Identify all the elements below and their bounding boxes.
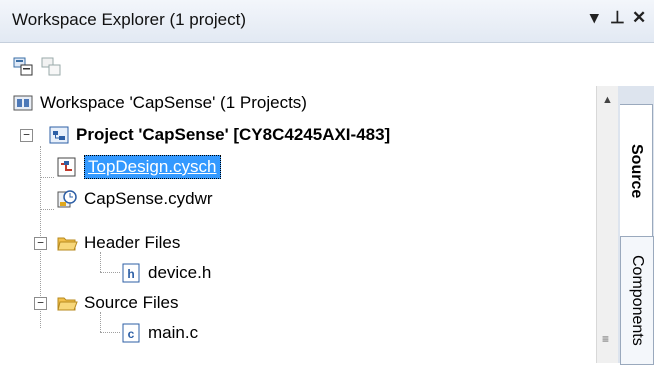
source-files-label: Source Files <box>84 293 179 312</box>
workspace-icon <box>13 95 33 111</box>
collapse-all-icon[interactable] <box>40 55 62 77</box>
scroll-grip-icon[interactable]: ≡ <box>602 332 609 346</box>
cydwr-label: CapSense.cydwr <box>84 189 213 208</box>
tree-connector <box>100 272 120 273</box>
tree-item-topdesign[interactable]: TopDesign.cysch <box>56 154 221 180</box>
folder-open-icon <box>57 237 78 251</box>
collapse-source-files-toggle[interactable]: − <box>34 297 47 310</box>
header-file-icon: h <box>122 263 140 283</box>
panel-title: Workspace Explorer (1 project) <box>12 10 246 29</box>
device-h-label: device.h <box>148 263 212 282</box>
tab-source-label: Source <box>628 143 645 199</box>
topdesign-label: TopDesign.cysch <box>84 155 221 179</box>
tree-connector <box>100 332 120 333</box>
explorer-toolbar <box>0 43 654 85</box>
tree-item-project[interactable]: Project 'CapSense' [CY8C4245AXI-483] <box>48 122 390 148</box>
collapse-project-toggle[interactable]: − <box>20 129 33 142</box>
dropdown-arrow-icon[interactable]: ▾ <box>590 8 599 28</box>
side-tab-strip: Source Components <box>618 86 654 365</box>
folder-open-icon <box>57 297 78 311</box>
tab-components-label: Components <box>629 255 646 346</box>
tree-item-cydwr[interactable]: CapSense.cydwr <box>56 186 213 212</box>
svg-text:h: h <box>127 267 134 281</box>
design-wide-resources-icon <box>57 190 77 208</box>
tree-item-workspace[interactable]: Workspace 'CapSense' (1 Projects) <box>12 90 307 116</box>
close-icon[interactable]: ✕ <box>632 8 646 28</box>
collapse-header-files-toggle[interactable]: − <box>34 237 47 250</box>
tree-connector <box>40 177 54 178</box>
project-icon <box>49 126 69 144</box>
project-label: Project 'CapSense' [CY8C4245AXI-483] <box>76 125 391 144</box>
tree-connector <box>40 209 54 210</box>
tree-item-device-h[interactable]: h device.h <box>120 260 211 286</box>
tree-item-header-files[interactable]: Header Files <box>56 230 180 256</box>
svg-text:c: c <box>128 327 135 341</box>
tree-item-main-c[interactable]: c main.c <box>120 320 198 346</box>
workspace-tree: Workspace 'CapSense' (1 Projects) − Proj… <box>0 86 596 363</box>
tree-scrollbar[interactable]: ▲ ≡ <box>596 86 619 363</box>
header-files-label: Header Files <box>84 233 181 252</box>
scroll-up-arrow-icon[interactable]: ▲ <box>602 94 613 106</box>
tree-item-source-files[interactable]: Source Files <box>56 290 178 316</box>
workspace-label: Workspace 'CapSense' (1 Projects) <box>40 93 307 112</box>
tab-source[interactable]: Source <box>620 104 653 238</box>
panel-titlebar: Workspace Explorer (1 project) ▾ ⊥ ✕ <box>0 0 654 43</box>
workspace-properties-icon[interactable] <box>12 55 34 77</box>
main-c-label: main.c <box>148 323 199 342</box>
tab-components[interactable]: Components <box>620 236 654 365</box>
c-source-file-icon: c <box>122 323 140 343</box>
schematic-file-icon <box>57 157 76 177</box>
pin-icon[interactable]: ⊥ <box>610 8 625 28</box>
